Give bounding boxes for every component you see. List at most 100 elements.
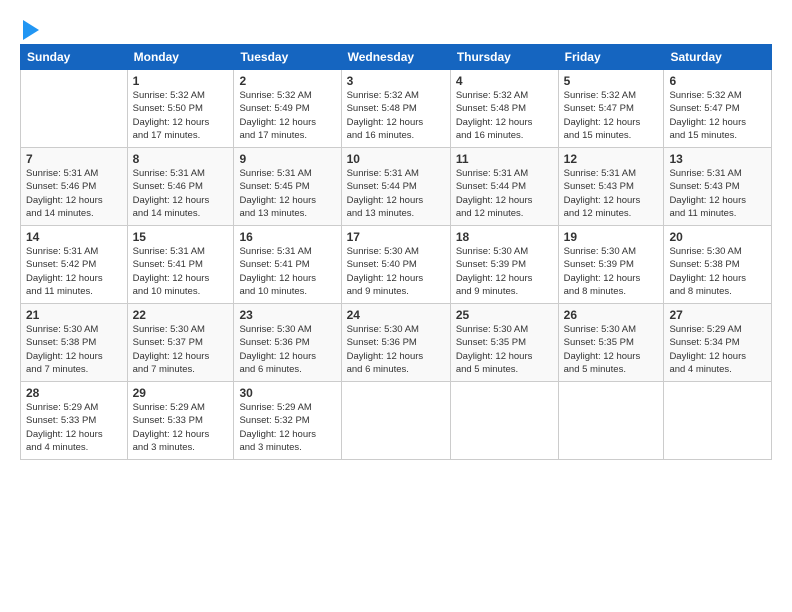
day-number: 28 bbox=[26, 386, 122, 400]
day-info: Sunrise: 5:30 AM Sunset: 5:39 PM Dayligh… bbox=[564, 245, 659, 298]
week-row-4: 21Sunrise: 5:30 AM Sunset: 5:38 PM Dayli… bbox=[21, 304, 772, 382]
week-row-2: 7Sunrise: 5:31 AM Sunset: 5:46 PM Daylig… bbox=[21, 148, 772, 226]
day-number: 22 bbox=[133, 308, 229, 322]
calendar-cell: 20Sunrise: 5:30 AM Sunset: 5:38 PM Dayli… bbox=[664, 226, 772, 304]
calendar-cell: 17Sunrise: 5:30 AM Sunset: 5:40 PM Dayli… bbox=[341, 226, 450, 304]
day-info: Sunrise: 5:30 AM Sunset: 5:36 PM Dayligh… bbox=[239, 323, 335, 376]
week-row-5: 28Sunrise: 5:29 AM Sunset: 5:33 PM Dayli… bbox=[21, 382, 772, 460]
day-info: Sunrise: 5:30 AM Sunset: 5:40 PM Dayligh… bbox=[347, 245, 445, 298]
day-info: Sunrise: 5:32 AM Sunset: 5:48 PM Dayligh… bbox=[456, 89, 553, 142]
week-row-1: 1Sunrise: 5:32 AM Sunset: 5:50 PM Daylig… bbox=[21, 70, 772, 148]
calendar-table: SundayMondayTuesdayWednesdayThursdayFrid… bbox=[20, 44, 772, 460]
calendar-cell: 21Sunrise: 5:30 AM Sunset: 5:38 PM Dayli… bbox=[21, 304, 128, 382]
col-header-saturday: Saturday bbox=[664, 45, 772, 70]
day-number: 19 bbox=[564, 230, 659, 244]
header bbox=[20, 18, 772, 36]
calendar-cell: 30Sunrise: 5:29 AM Sunset: 5:32 PM Dayli… bbox=[234, 382, 341, 460]
day-number: 16 bbox=[239, 230, 335, 244]
col-header-thursday: Thursday bbox=[450, 45, 558, 70]
day-number: 6 bbox=[669, 74, 766, 88]
day-number: 10 bbox=[347, 152, 445, 166]
day-info: Sunrise: 5:32 AM Sunset: 5:47 PM Dayligh… bbox=[564, 89, 659, 142]
calendar-cell: 12Sunrise: 5:31 AM Sunset: 5:43 PM Dayli… bbox=[558, 148, 664, 226]
calendar-cell bbox=[21, 70, 128, 148]
calendar-cell: 1Sunrise: 5:32 AM Sunset: 5:50 PM Daylig… bbox=[127, 70, 234, 148]
day-info: Sunrise: 5:31 AM Sunset: 5:41 PM Dayligh… bbox=[133, 245, 229, 298]
calendar-cell bbox=[558, 382, 664, 460]
calendar-cell: 28Sunrise: 5:29 AM Sunset: 5:33 PM Dayli… bbox=[21, 382, 128, 460]
day-info: Sunrise: 5:32 AM Sunset: 5:48 PM Dayligh… bbox=[347, 89, 445, 142]
calendar-cell: 14Sunrise: 5:31 AM Sunset: 5:42 PM Dayli… bbox=[21, 226, 128, 304]
day-number: 5 bbox=[564, 74, 659, 88]
day-info: Sunrise: 5:31 AM Sunset: 5:44 PM Dayligh… bbox=[347, 167, 445, 220]
day-info: Sunrise: 5:32 AM Sunset: 5:50 PM Dayligh… bbox=[133, 89, 229, 142]
calendar-cell: 2Sunrise: 5:32 AM Sunset: 5:49 PM Daylig… bbox=[234, 70, 341, 148]
day-info: Sunrise: 5:30 AM Sunset: 5:35 PM Dayligh… bbox=[456, 323, 553, 376]
logo bbox=[20, 18, 39, 36]
day-number: 1 bbox=[133, 74, 229, 88]
col-header-sunday: Sunday bbox=[21, 45, 128, 70]
header-row: SundayMondayTuesdayWednesdayThursdayFrid… bbox=[21, 45, 772, 70]
calendar-cell bbox=[664, 382, 772, 460]
day-number: 15 bbox=[133, 230, 229, 244]
day-info: Sunrise: 5:31 AM Sunset: 5:44 PM Dayligh… bbox=[456, 167, 553, 220]
day-info: Sunrise: 5:29 AM Sunset: 5:34 PM Dayligh… bbox=[669, 323, 766, 376]
day-info: Sunrise: 5:32 AM Sunset: 5:49 PM Dayligh… bbox=[239, 89, 335, 142]
calendar-cell: 9Sunrise: 5:31 AM Sunset: 5:45 PM Daylig… bbox=[234, 148, 341, 226]
day-info: Sunrise: 5:31 AM Sunset: 5:43 PM Dayligh… bbox=[564, 167, 659, 220]
calendar-cell: 16Sunrise: 5:31 AM Sunset: 5:41 PM Dayli… bbox=[234, 226, 341, 304]
col-header-friday: Friday bbox=[558, 45, 664, 70]
day-info: Sunrise: 5:31 AM Sunset: 5:43 PM Dayligh… bbox=[669, 167, 766, 220]
calendar-cell: 19Sunrise: 5:30 AM Sunset: 5:39 PM Dayli… bbox=[558, 226, 664, 304]
col-header-tuesday: Tuesday bbox=[234, 45, 341, 70]
calendar-cell: 11Sunrise: 5:31 AM Sunset: 5:44 PM Dayli… bbox=[450, 148, 558, 226]
day-info: Sunrise: 5:29 AM Sunset: 5:32 PM Dayligh… bbox=[239, 401, 335, 454]
day-number: 3 bbox=[347, 74, 445, 88]
day-number: 20 bbox=[669, 230, 766, 244]
calendar-cell: 15Sunrise: 5:31 AM Sunset: 5:41 PM Dayli… bbox=[127, 226, 234, 304]
day-number: 8 bbox=[133, 152, 229, 166]
day-info: Sunrise: 5:31 AM Sunset: 5:45 PM Dayligh… bbox=[239, 167, 335, 220]
day-number: 7 bbox=[26, 152, 122, 166]
day-number: 17 bbox=[347, 230, 445, 244]
day-number: 4 bbox=[456, 74, 553, 88]
calendar-cell: 8Sunrise: 5:31 AM Sunset: 5:46 PM Daylig… bbox=[127, 148, 234, 226]
day-number: 26 bbox=[564, 308, 659, 322]
page: SundayMondayTuesdayWednesdayThursdayFrid… bbox=[0, 0, 792, 612]
day-number: 9 bbox=[239, 152, 335, 166]
calendar-cell: 25Sunrise: 5:30 AM Sunset: 5:35 PM Dayli… bbox=[450, 304, 558, 382]
week-row-3: 14Sunrise: 5:31 AM Sunset: 5:42 PM Dayli… bbox=[21, 226, 772, 304]
calendar-cell: 5Sunrise: 5:32 AM Sunset: 5:47 PM Daylig… bbox=[558, 70, 664, 148]
calendar-cell: 4Sunrise: 5:32 AM Sunset: 5:48 PM Daylig… bbox=[450, 70, 558, 148]
calendar-cell: 13Sunrise: 5:31 AM Sunset: 5:43 PM Dayli… bbox=[664, 148, 772, 226]
day-info: Sunrise: 5:31 AM Sunset: 5:46 PM Dayligh… bbox=[133, 167, 229, 220]
day-info: Sunrise: 5:29 AM Sunset: 5:33 PM Dayligh… bbox=[133, 401, 229, 454]
day-info: Sunrise: 5:30 AM Sunset: 5:35 PM Dayligh… bbox=[564, 323, 659, 376]
calendar-cell: 7Sunrise: 5:31 AM Sunset: 5:46 PM Daylig… bbox=[21, 148, 128, 226]
col-header-wednesday: Wednesday bbox=[341, 45, 450, 70]
day-number: 11 bbox=[456, 152, 553, 166]
day-info: Sunrise: 5:30 AM Sunset: 5:38 PM Dayligh… bbox=[26, 323, 122, 376]
day-info: Sunrise: 5:31 AM Sunset: 5:46 PM Dayligh… bbox=[26, 167, 122, 220]
day-info: Sunrise: 5:31 AM Sunset: 5:41 PM Dayligh… bbox=[239, 245, 335, 298]
day-number: 21 bbox=[26, 308, 122, 322]
calendar-cell: 6Sunrise: 5:32 AM Sunset: 5:47 PM Daylig… bbox=[664, 70, 772, 148]
day-number: 24 bbox=[347, 308, 445, 322]
calendar-cell: 3Sunrise: 5:32 AM Sunset: 5:48 PM Daylig… bbox=[341, 70, 450, 148]
day-number: 29 bbox=[133, 386, 229, 400]
day-number: 2 bbox=[239, 74, 335, 88]
day-info: Sunrise: 5:29 AM Sunset: 5:33 PM Dayligh… bbox=[26, 401, 122, 454]
day-info: Sunrise: 5:31 AM Sunset: 5:42 PM Dayligh… bbox=[26, 245, 122, 298]
day-number: 12 bbox=[564, 152, 659, 166]
day-info: Sunrise: 5:30 AM Sunset: 5:37 PM Dayligh… bbox=[133, 323, 229, 376]
day-number: 13 bbox=[669, 152, 766, 166]
col-header-monday: Monday bbox=[127, 45, 234, 70]
day-info: Sunrise: 5:30 AM Sunset: 5:39 PM Dayligh… bbox=[456, 245, 553, 298]
calendar-cell: 18Sunrise: 5:30 AM Sunset: 5:39 PM Dayli… bbox=[450, 226, 558, 304]
day-number: 25 bbox=[456, 308, 553, 322]
calendar-cell bbox=[450, 382, 558, 460]
calendar-cell: 29Sunrise: 5:29 AM Sunset: 5:33 PM Dayli… bbox=[127, 382, 234, 460]
day-number: 18 bbox=[456, 230, 553, 244]
calendar-cell: 23Sunrise: 5:30 AM Sunset: 5:36 PM Dayli… bbox=[234, 304, 341, 382]
calendar-cell: 10Sunrise: 5:31 AM Sunset: 5:44 PM Dayli… bbox=[341, 148, 450, 226]
